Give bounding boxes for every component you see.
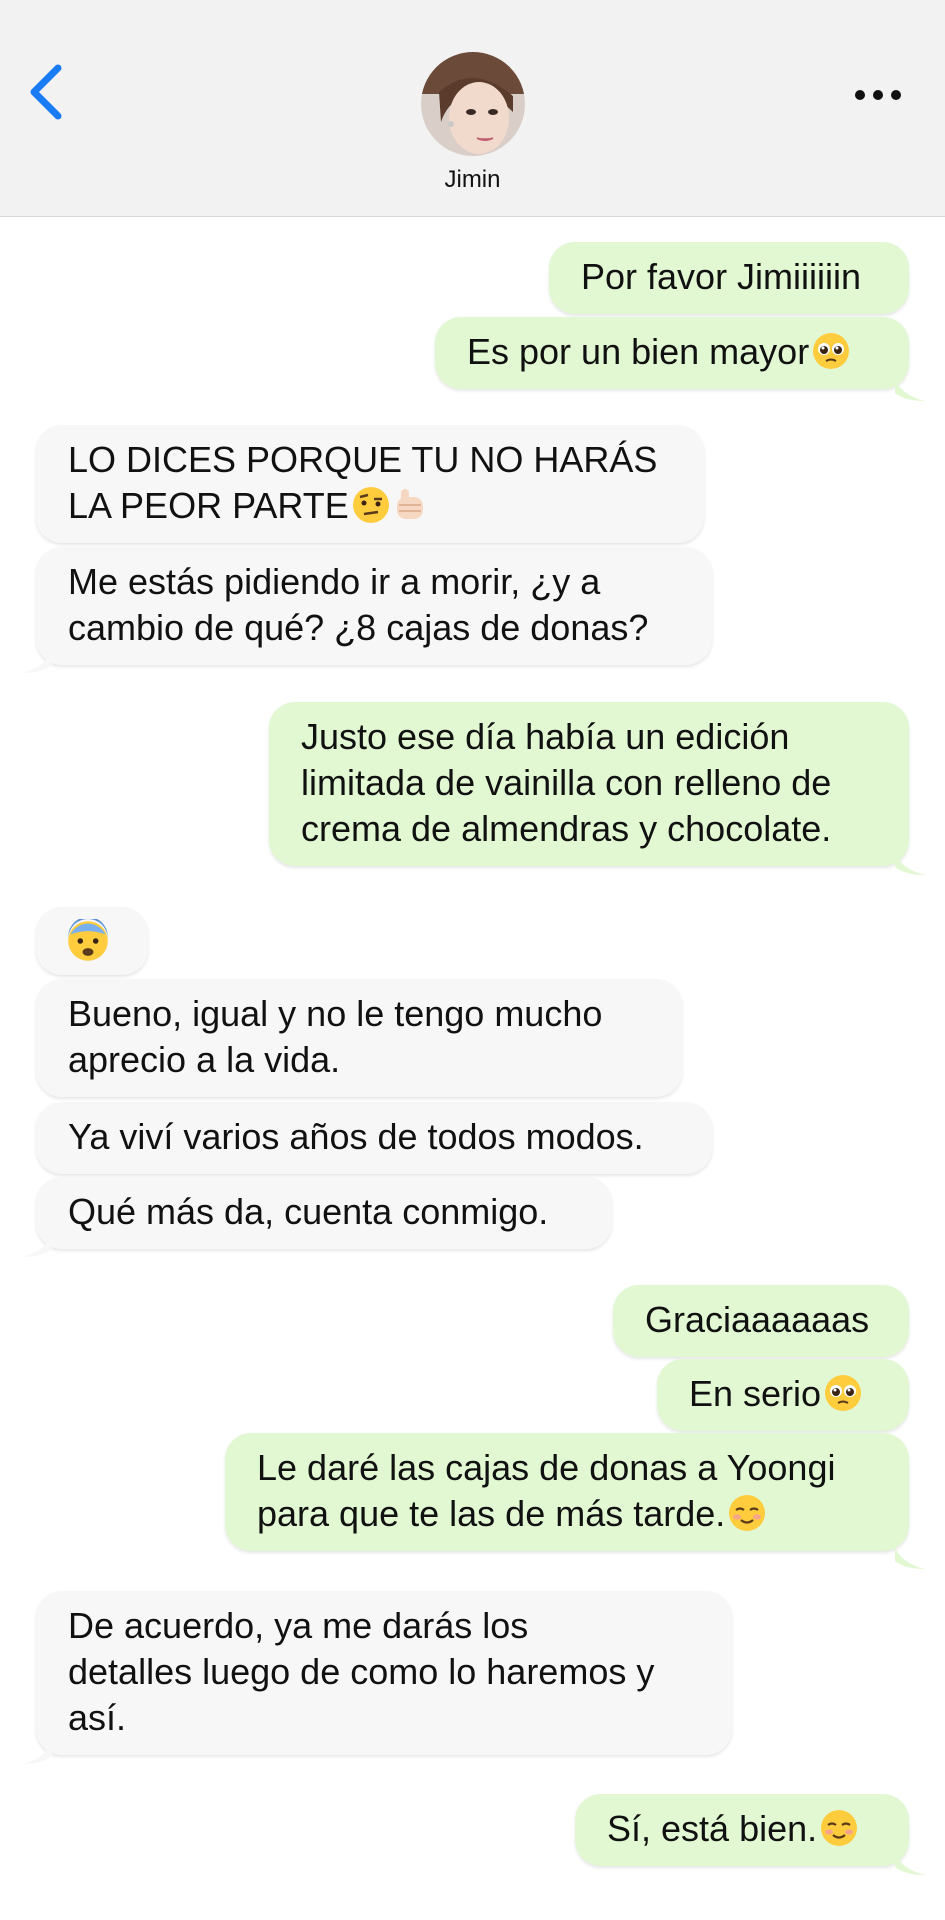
outgoing-message[interactable]: Es por un bien mayor <box>435 317 909 389</box>
incoming-message[interactable] <box>36 907 148 975</box>
message-thread[interactable]: Por favor Jimiiiiiin Es por un bien mayo… <box>0 217 945 1920</box>
message-text: Me estás pidiendo ir a morir, ¿y a <box>68 561 601 602</box>
outgoing-message[interactable]: Justo ese día había un edición limitada … <box>269 702 909 866</box>
message-text: LA PEOR PARTE <box>68 485 349 526</box>
message-text: De acuerdo, ya me darás los <box>68 1605 529 1646</box>
bubble-tail <box>895 379 925 401</box>
incoming-message[interactable]: Bueno, igual y no le tengo mucho aprecio… <box>36 979 682 1097</box>
back-button[interactable] <box>22 60 72 124</box>
incoming-message[interactable]: Ya viví varios años de todos modos. <box>36 1102 712 1174</box>
smiling-face-emoji <box>821 1810 858 1846</box>
bubble-tail <box>22 1235 52 1257</box>
pointing-fist-emoji <box>396 489 423 519</box>
message-text: Ya viví varios años de todos modos. <box>68 1116 644 1157</box>
contact-name[interactable]: Jimin <box>0 166 945 194</box>
message-text: En serio <box>689 1373 822 1414</box>
outgoing-message[interactable]: Graciaaaaaas <box>613 1285 909 1357</box>
incoming-message[interactable]: Qué más da, cuenta conmigo. <box>36 1177 612 1249</box>
bubble-tail <box>895 1853 925 1875</box>
contact-avatar[interactable] <box>421 52 525 156</box>
message-text: Es por un bien mayor <box>467 331 810 372</box>
message-text: crema de almendras y chocolate. <box>301 808 832 849</box>
raised-eyebrow-face-emoji <box>352 487 389 523</box>
chevron-left-icon <box>30 64 62 120</box>
message-text: Qué más da, cuenta conmigo. <box>68 1191 549 1232</box>
fearful-face-emoji <box>68 919 108 961</box>
bubble-tail <box>895 853 925 875</box>
more-options-button[interactable] <box>850 78 910 112</box>
message-text: Por favor Jimiiiiiin <box>581 256 862 297</box>
message-text: LO DICES PORQUE TU NO HARÁS <box>68 439 658 480</box>
bubble-tail <box>895 1547 925 1569</box>
incoming-message[interactable]: LO DICES PORQUE TU NO HARÁS LA PEOR PART… <box>36 425 704 543</box>
message-text: para que te las de más tarde. <box>257 1493 726 1534</box>
bubble-tail <box>22 1742 52 1764</box>
message-text: detalles luego de como lo haremos y <box>68 1651 655 1692</box>
pleading-face-emoji <box>825 1375 862 1411</box>
message-text: así. <box>68 1697 127 1738</box>
message-text: Justo ese día había un edición <box>301 716 790 757</box>
message-text: limitada de vainilla con relleno de <box>301 762 832 803</box>
avatar-photo <box>421 52 525 156</box>
outgoing-message[interactable]: Sí, está bien. <box>575 1794 909 1866</box>
pleading-face-emoji <box>813 333 850 369</box>
outgoing-message[interactable]: Le daré las cajas de donas a Yoongi para… <box>225 1433 909 1551</box>
incoming-message[interactable]: Me estás pidiendo ir a morir, ¿y a cambi… <box>36 547 712 665</box>
outgoing-message[interactable]: En serio <box>657 1359 909 1431</box>
bubble-tail <box>22 651 52 673</box>
outgoing-message[interactable]: Por favor Jimiiiiiin <box>549 242 909 314</box>
message-text: Bueno, igual y no le tengo mucho <box>68 993 603 1034</box>
chat-header: Jimin <box>0 0 945 217</box>
ellipsis-icon <box>855 90 901 100</box>
incoming-message[interactable]: De acuerdo, ya me darás los detalles lue… <box>36 1591 732 1755</box>
message-text: aprecio a la vida. <box>68 1039 341 1080</box>
message-text: Graciaaaaaas <box>645 1299 870 1340</box>
smiling-face-emoji <box>729 1495 766 1531</box>
message-text: cambio de qué? ¿8 cajas de donas? <box>68 607 649 648</box>
message-text: Sí, está bien. <box>607 1808 818 1849</box>
message-text: Le daré las cajas de donas a Yoongi <box>257 1447 836 1488</box>
